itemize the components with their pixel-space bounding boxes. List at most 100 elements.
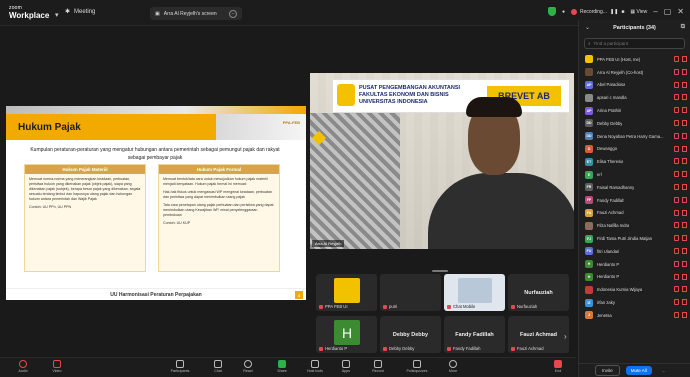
screen-share-tab[interactable]: ▣ Arra Al Reyjelh's screen – — [150, 7, 242, 20]
chevron-down-icon[interactable]: ▾ — [55, 12, 59, 20]
gallery-next-icon[interactable]: › — [564, 332, 567, 341]
participant-row[interactable]: J Jenetsa — [579, 309, 690, 322]
avatar: FF — [585, 196, 593, 205]
mic-muted-icon — [674, 107, 679, 114]
app-logo[interactable]: zoom Workplace ▾ — [9, 4, 59, 20]
participant-row[interactable]: H Herdianto P — [579, 271, 690, 284]
gear-icon: ✱ — [65, 9, 71, 15]
participant-row[interactable]: FJ Firdi Tama Putri Jindia Matjan — [579, 232, 690, 245]
shield-icon[interactable] — [547, 7, 556, 16]
close-window-icon[interactable]: ✕ — [677, 7, 684, 16]
gallery-tile[interactable]: Fandy Fadillah Fandy Fadillah — [444, 316, 505, 353]
participant-row[interactable]: H Herdianto P — [579, 258, 690, 271]
popout-icon[interactable]: ⧉ — [681, 24, 685, 31]
participant-status — [674, 132, 687, 139]
gallery-tile[interactable]: Nurfauziah Nurfauziah — [508, 274, 569, 311]
tile-label: Debby Debby — [383, 346, 414, 351]
react-button[interactable]: React — [233, 360, 263, 373]
minimize-icon[interactable]: – — [653, 7, 657, 16]
participant-status — [674, 286, 687, 293]
search-input[interactable] — [593, 41, 681, 46]
speaker-video[interactable]: PUSAT PENGEMBANGAN AKUNTANSI FAKULTAS EK… — [310, 73, 574, 249]
gallery-tile[interactable]: Fauzi Achmad Fauzi Achmad — [508, 316, 569, 353]
participant-name: erl — [597, 172, 602, 178]
participant-status — [674, 68, 687, 75]
video-off-icon — [682, 132, 687, 139]
gallery-tile[interactable]: PPA FEB UI — [316, 274, 377, 311]
mute-all-button[interactable]: Mute All — [625, 366, 652, 375]
stage-resize-handle[interactable] — [432, 270, 448, 272]
participants-footer: Invite Mute All ... — [579, 363, 690, 377]
recording-indicator[interactable]: Recording... ❚❚ ■ — [571, 8, 624, 15]
gallery-tile[interactable]: Chat Mobile — [444, 274, 505, 311]
participant-row[interactable]: PPA FEB UI (Host, me) — [579, 53, 690, 66]
video-off-icon — [682, 56, 687, 62]
participant-row[interactable]: ET Elisa Theresia — [579, 155, 690, 168]
video-off-icon — [682, 68, 687, 75]
participant-row[interactable]: Eerl — [579, 168, 690, 181]
apps-button[interactable]: Apps — [331, 360, 361, 373]
participant-row[interactable]: AP Arina Prathiri — [579, 104, 690, 117]
tile-name: Fauzi Achmad — [517, 346, 544, 351]
more-options-button[interactable]: ... — [662, 368, 666, 373]
participant-row[interactable]: Arra Al Reyjelh (Co-host) — [579, 66, 690, 79]
mic-muted-icon — [511, 304, 515, 309]
avatar: FU — [585, 247, 593, 256]
mic-muted-icon — [674, 311, 679, 318]
participant-row[interactable]: apsari c mandla — [579, 91, 690, 104]
participant-row[interactable]: IZ irfan zaky — [579, 296, 690, 309]
slide-title-band — [216, 114, 306, 140]
more-button[interactable]: More — [438, 360, 468, 373]
participant-row[interactable]: DD Debby Debby — [579, 117, 690, 130]
participant-row[interactable]: Filza Nafilla Indra — [579, 219, 690, 232]
meeting-tab[interactable]: ✱ Meeting — [65, 8, 95, 16]
gallery-tile[interactable]: Debby Debby Debby Debby — [380, 316, 441, 353]
participants-button[interactable]: Participants — [165, 360, 195, 373]
pause-icon[interactable]: ❚❚ — [610, 9, 618, 15]
share-button[interactable]: Share — [267, 360, 297, 373]
slide-top-band — [6, 106, 306, 114]
close-icon[interactable]: – — [229, 9, 237, 18]
avatar: D — [585, 144, 593, 153]
tile-label: Chat Mobile — [447, 304, 475, 309]
end-button[interactable]: End — [543, 360, 573, 373]
participant-row[interactable]: D Dewanggo — [579, 143, 690, 156]
avatar: IZ — [585, 298, 593, 307]
participants-icon — [176, 360, 184, 368]
gallery-tile[interactable]: H Herdianto P — [316, 316, 377, 353]
mic-muted-icon — [674, 260, 679, 267]
gallery-tile[interactable]: putri — [380, 274, 441, 311]
invite-button[interactable]: Invite — [595, 365, 620, 376]
participant-row[interactable]: DD Dena Noyahan Petra Harry Gama... — [579, 130, 690, 143]
stop-icon[interactable]: ■ — [621, 9, 624, 15]
participant-row[interactable]: FF Fandy Fadillah — [579, 194, 690, 207]
maximize-icon[interactable]: ▢ — [664, 7, 672, 16]
info-icon[interactable]: ● — [562, 9, 565, 15]
video-batik-pattern — [310, 113, 400, 249]
chevron-down-icon[interactable]: ⌄ — [585, 24, 590, 31]
tile-name: Debby Debby — [389, 346, 415, 351]
participant-row[interactable]: AP Abel Paradiosa — [579, 79, 690, 92]
share-tab-label: Arra Al Reyjelh's screen — [163, 10, 217, 17]
view-button[interactable]: ▦ View — [630, 9, 647, 15]
host-tools-button[interactable]: Host tools — [300, 360, 330, 373]
participant-name: Filza Nafilla Indra — [597, 223, 630, 229]
mic-muted-icon — [447, 346, 451, 351]
audio-button[interactable]: Audio — [8, 360, 38, 373]
participant-row[interactable]: FA Fauzi Achmad — [579, 207, 690, 220]
participant-search[interactable]: ⌕ — [584, 38, 685, 49]
slide-logo: PPA-FEB — [282, 120, 300, 125]
polls-button[interactable]: Polls/quizzes — [402, 360, 432, 373]
mic-muted-icon — [674, 299, 679, 306]
participant-row[interactable]: Indonesia Kurnia Wijaya — [579, 283, 690, 296]
participant-row[interactable]: FU fitri Ulandari — [579, 245, 690, 258]
record-button[interactable]: Record — [363, 360, 393, 373]
tile-name: PPA FEB UI — [325, 304, 348, 309]
column-materiil-text: Memuat norma-norma yang menerangkan kead… — [29, 177, 141, 201]
participant-row[interactable]: FR Faisal Ramadhanny — [579, 181, 690, 194]
chat-button[interactable]: Chat — [203, 360, 233, 373]
video-off-icon — [682, 81, 687, 88]
column-formal-text: Memuat bentuk/tata cara untuk mewujudkan… — [163, 177, 268, 186]
mic-muted-icon — [674, 235, 679, 242]
video-button[interactable]: Video — [42, 360, 72, 373]
